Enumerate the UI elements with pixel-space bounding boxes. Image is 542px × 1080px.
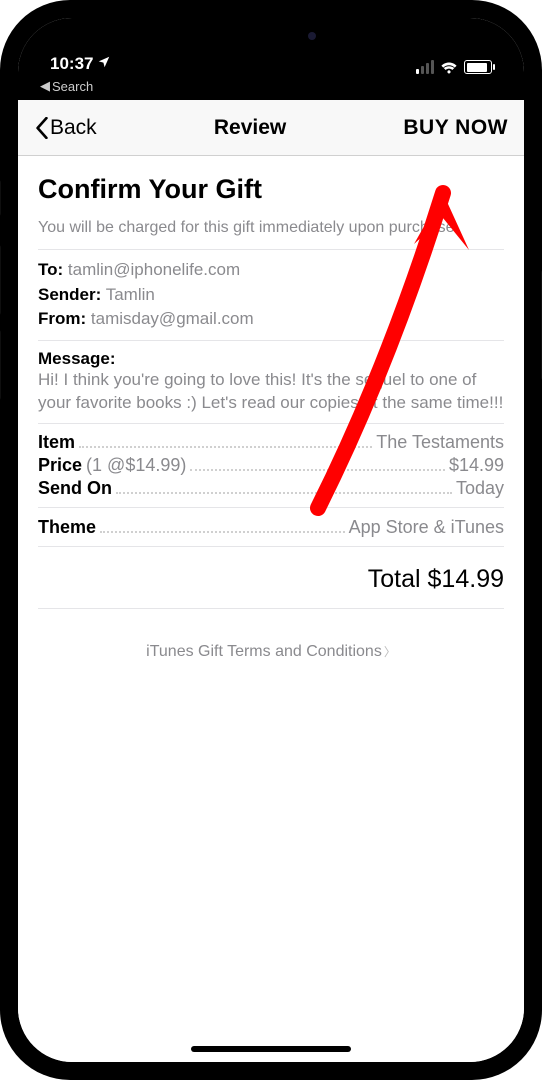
buy-now-button[interactable]: BUY NOW <box>403 116 508 140</box>
item-row: Item The Testaments <box>38 432 504 453</box>
chevron-left-icon: ◀ <box>40 78 50 94</box>
from-row: From: tamisday@gmail.com <box>38 307 504 332</box>
total-row: Total $14.99 <box>38 555 504 609</box>
breadcrumb-label: Search <box>52 79 93 94</box>
theme-row: Theme App Store & iTunes <box>38 516 504 537</box>
back-button[interactable]: Back <box>34 116 97 140</box>
breadcrumb-back-to-search[interactable]: ◀ Search <box>18 78 524 100</box>
message-text: Hi! I think you're going to love this! I… <box>38 369 504 415</box>
chevron-right-icon: 〉 <box>384 645 396 659</box>
location-icon <box>97 54 111 74</box>
content-area: Confirm Your Gift You will be charged fo… <box>18 156 524 1062</box>
status-time: 10:37 <box>50 54 93 74</box>
battery-icon <box>464 60 492 74</box>
to-row: To: tamlin@iphonelife.com <box>38 258 504 283</box>
back-label: Back <box>50 116 97 140</box>
cellular-icon <box>416 60 434 74</box>
price-row: Price (1 @$14.99) $14.99 <box>38 455 504 476</box>
terms-link[interactable]: iTunes Gift Terms and Conditions〉 <box>38 643 504 661</box>
navigation-bar: Back Review BUY NOW <box>18 100 524 156</box>
heading: Confirm Your Gift <box>38 174 504 205</box>
page-title: Review <box>214 116 286 140</box>
wifi-icon <box>440 60 458 74</box>
charge-disclaimer: You will be charged for this gift immedi… <box>38 219 504 237</box>
home-indicator[interactable] <box>191 1046 351 1052</box>
sender-row: Sender: Tamlin <box>38 283 504 308</box>
device-notch <box>156 18 386 54</box>
sendon-row: Send On Today <box>38 478 504 499</box>
message-label: Message: <box>38 349 504 369</box>
